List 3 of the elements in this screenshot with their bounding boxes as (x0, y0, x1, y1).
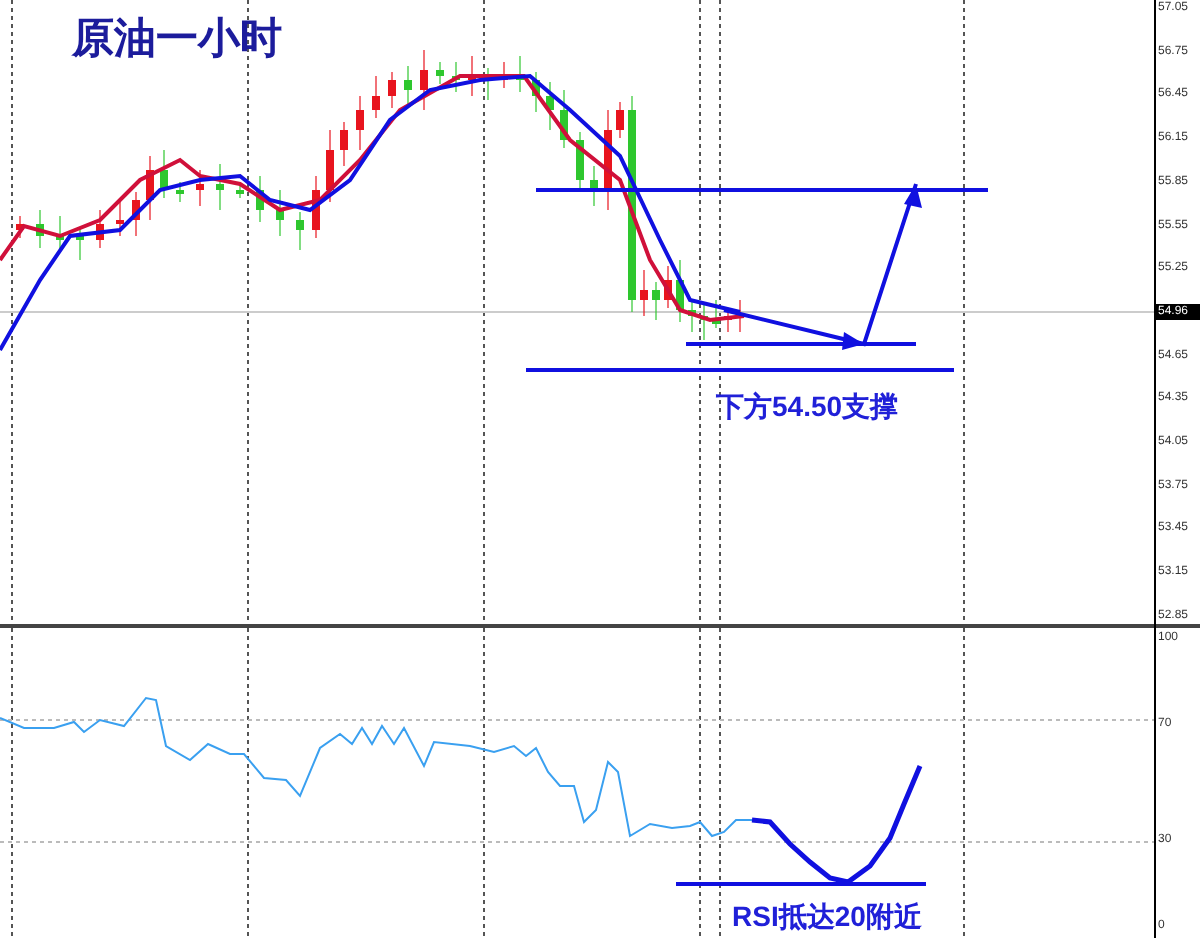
rsi-annotation: RSI抵达20附近 (732, 898, 922, 936)
chart-title: 原油一小时 (72, 12, 282, 66)
support-annotation: 下方54.50支撑 (716, 388, 899, 426)
